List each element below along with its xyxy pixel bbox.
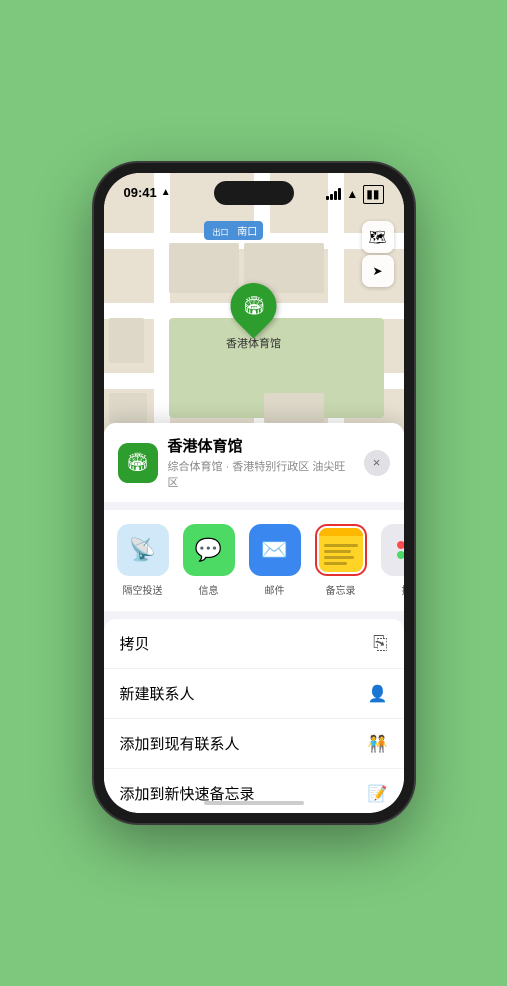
location-name: 香港体育馆 xyxy=(168,435,354,456)
add-existing-icon: 🧑‍🤝‍🧑 xyxy=(368,734,388,754)
stadium-pin[interactable]: 🏟 香港体育馆 xyxy=(226,283,281,351)
copy-label: 拷贝 xyxy=(120,633,150,654)
dynamic-island xyxy=(214,181,294,205)
notes-icon xyxy=(319,528,363,572)
phone-frame: 09:41 ▲ ▲ ▮▮ xyxy=(94,163,414,823)
location-info: 香港体育馆 综合体育馆 · 香港特别行政区 油尖旺区 xyxy=(168,435,354,490)
status-icons: ▲ ▮▮ xyxy=(326,185,383,204)
add-existing-label: 添加到现有联系人 xyxy=(120,733,240,754)
mail-icon: ✉️ xyxy=(249,524,301,576)
map-block xyxy=(109,318,144,363)
wifi-icon: ▲ xyxy=(346,187,358,201)
map-north-exit-label: 出口 南口 xyxy=(204,221,264,240)
location-header: 🏟 香港体育馆 综合体育馆 · 香港特别行政区 油尖旺区 × xyxy=(104,423,404,502)
home-indicator xyxy=(204,801,304,805)
airdrop-label: 隔空投送 xyxy=(123,582,163,597)
actions-list: 拷贝 ⎘ 新建联系人 👤 添加到现有联系人 🧑‍🤝‍🧑 添加到新快速备忘录 📝 … xyxy=(104,619,404,813)
phone-screen: 09:41 ▲ ▲ ▮▮ xyxy=(104,173,404,813)
notes-label: 备忘录 xyxy=(326,582,356,597)
signal-icon xyxy=(326,188,341,200)
map-controls: 🗺 ➤ xyxy=(362,221,394,287)
map-type-button[interactable]: 🗺 xyxy=(362,221,394,253)
more-icon xyxy=(381,524,404,576)
location-button[interactable]: ➤ xyxy=(362,255,394,287)
mail-label: 邮件 xyxy=(265,582,285,597)
bottom-sheet: 🏟 香港体育馆 综合体育馆 · 香港特别行政区 油尖旺区 × 📡 隔空投送 xyxy=(104,423,404,813)
copy-icon: ⎘ xyxy=(373,633,387,654)
share-item-mail[interactable]: ✉️ 邮件 xyxy=(246,524,304,597)
map-block xyxy=(109,393,147,423)
battery-icon: ▮▮ xyxy=(363,185,383,204)
close-button[interactable]: × xyxy=(364,450,390,476)
quick-note-icon: 📝 xyxy=(368,784,388,804)
location-icon: 🏟 xyxy=(118,443,158,483)
location-arrow-icon: ▲ xyxy=(161,187,171,198)
share-item-airdrop[interactable]: 📡 隔空投送 xyxy=(114,524,172,597)
new-contact-icon: 👤 xyxy=(368,684,388,704)
share-item-more[interactable]: 提 xyxy=(378,524,404,597)
airdrop-icon: 📡 xyxy=(117,524,169,576)
message-label: 信息 xyxy=(199,582,219,597)
action-add-existing[interactable]: 添加到现有联系人 🧑‍🤝‍🧑 xyxy=(104,719,404,769)
action-quick-note[interactable]: 添加到新快速备忘录 📝 xyxy=(104,769,404,813)
stadium-icon: 🏟 xyxy=(126,452,149,473)
time-display: 09:41 xyxy=(124,185,157,200)
more-label: 提 xyxy=(402,582,404,597)
share-item-notes[interactable]: 备忘录 xyxy=(312,524,370,597)
map-block xyxy=(264,393,324,423)
notes-icon-wrap xyxy=(315,524,367,576)
status-time: 09:41 ▲ xyxy=(124,185,171,200)
action-copy[interactable]: 拷贝 ⎘ xyxy=(104,619,404,669)
location-subtitle: 综合体育馆 · 香港特别行政区 油尖旺区 xyxy=(168,458,354,490)
action-new-contact[interactable]: 新建联系人 👤 xyxy=(104,669,404,719)
pin-icon: 🏟 xyxy=(221,273,286,338)
share-item-message[interactable]: 💬 信息 xyxy=(180,524,238,597)
new-contact-label: 新建联系人 xyxy=(120,683,195,704)
message-icon: 💬 xyxy=(183,524,235,576)
share-row: 📡 隔空投送 💬 信息 ✉️ 邮件 xyxy=(104,510,404,611)
